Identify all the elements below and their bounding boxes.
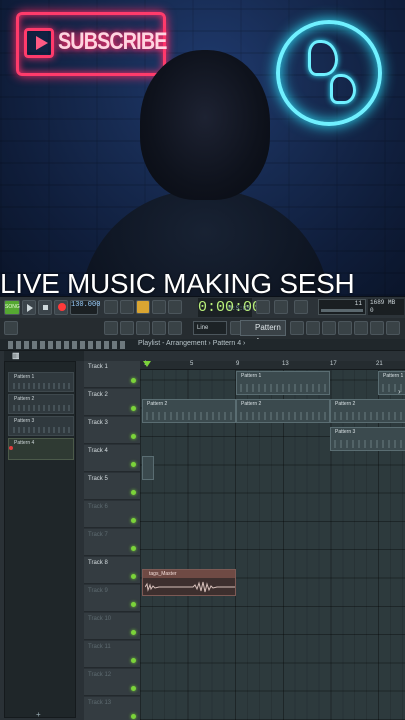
- piano-roll-icon[interactable]: [104, 321, 118, 335]
- track-header[interactable]: Track 8: [84, 557, 140, 584]
- screen: SUBSCRIBE LIVE MUSIC MAKING SESH SONG 13…: [0, 0, 405, 720]
- transport-toolbar: SONG 130.000 0:00:00 M:S:CS 11 1689 MB 0 L…: [0, 297, 405, 346]
- track-header[interactable]: Track 4: [84, 445, 140, 472]
- time-display[interactable]: 0:00:00 M:S:CS: [198, 298, 261, 317]
- track-headers: Track 1 Track 2 Track 3 Track 4 Track 5 …: [84, 361, 140, 720]
- pattern-clip[interactable]: Pattern 3: [330, 427, 405, 451]
- track-led: [131, 462, 136, 467]
- track-led: [131, 406, 136, 411]
- track-led: [131, 574, 136, 579]
- playlist-grid[interactable]: Pattern 1 Pattern 1 Pattern 2 Pattern 2 …: [140, 370, 405, 720]
- playlist-tools[interactable]: [8, 341, 128, 349]
- breadcrumb: Playlist - Arrangement › Pattern 4 ›: [138, 340, 246, 347]
- timeline-ruler[interactable]: 1 5 9 13 17 21: [140, 361, 405, 370]
- track-led: [131, 686, 136, 691]
- metronome-icon[interactable]: [104, 300, 118, 314]
- loop-record-icon[interactable]: [152, 300, 166, 314]
- neon-subscribe-text: SUBSCRIBE: [58, 28, 167, 55]
- track-led: [131, 630, 136, 635]
- document-icon[interactable]: [370, 321, 384, 335]
- streamer: [80, 50, 330, 296]
- track-led: [131, 490, 136, 495]
- stamp-icon[interactable]: [168, 321, 182, 335]
- snap-select[interactable]: Line: [193, 321, 227, 335]
- master-volume-icon[interactable]: [274, 300, 288, 314]
- track-led: [131, 546, 136, 551]
- pattern-clip[interactable]: Pattern 2: [236, 399, 330, 423]
- song-mode-button[interactable]: SONG: [4, 300, 20, 315]
- track-header[interactable]: Track 13: [84, 697, 140, 720]
- picker-item[interactable]: Pattern 3: [8, 416, 74, 436]
- track-led: [131, 378, 136, 383]
- track-header[interactable]: Track 5: [84, 473, 140, 500]
- wait-icon[interactable]: [120, 300, 134, 314]
- track-header[interactable]: Track 12: [84, 669, 140, 696]
- tempo-display[interactable]: 130.000: [70, 300, 100, 315]
- track-header[interactable]: Track 10: [84, 613, 140, 640]
- plugin-icon[interactable]: [338, 321, 352, 335]
- track-header[interactable]: Track 7: [84, 529, 140, 556]
- track-header[interactable]: Track 2: [84, 389, 140, 416]
- pattern-picker: Pattern 1 Pattern 2 Pattern 3 Pattern 4: [4, 361, 76, 718]
- picker-item-selected[interactable]: Pattern 4: [8, 438, 74, 460]
- playlist-window: Playlist - Arrangement › Pattern 4 › ▥ P…: [0, 339, 405, 720]
- blend-icon[interactable]: [168, 300, 182, 314]
- chevron-right-icon[interactable]: ›: [398, 387, 401, 396]
- playlist-icon[interactable]: [290, 321, 304, 335]
- settings-icon[interactable]: [386, 321, 400, 335]
- link-icon[interactable]: [152, 321, 166, 335]
- track-header[interactable]: Track 1: [84, 361, 140, 388]
- channel-rack-icon[interactable]: [306, 321, 320, 335]
- play-icon[interactable]: [22, 300, 36, 315]
- arrow-icon[interactable]: [120, 321, 134, 335]
- pan-icon[interactable]: [4, 321, 18, 335]
- audio-clip[interactable]: tags_Master: [142, 569, 236, 596]
- pattern-selector[interactable]: Pattern 4: [240, 320, 286, 346]
- pattern-clip[interactable]: Pattern 1: [236, 371, 330, 395]
- mixer-icon[interactable]: [322, 321, 336, 335]
- pattern-clip[interactable]: Pattern 2: [330, 399, 405, 423]
- brush-icon[interactable]: [136, 321, 150, 335]
- track-header[interactable]: Track 11: [84, 641, 140, 668]
- track-header[interactable]: Track 9: [84, 585, 140, 612]
- track-led: [131, 434, 136, 439]
- browser-icon[interactable]: [354, 321, 368, 335]
- playlist-header: Playlist - Arrangement › Pattern 4 ›: [0, 339, 405, 351]
- scope-icon: [256, 300, 270, 314]
- record-icon[interactable]: [54, 300, 68, 315]
- picker-header: ▥: [4, 351, 84, 361]
- picker-item[interactable]: Pattern 1: [8, 372, 74, 392]
- neon-play-icon: [24, 28, 54, 58]
- track-led: [131, 602, 136, 607]
- memory-readout: 1689 MB 0: [368, 299, 404, 315]
- pattern-clip[interactable]: Pattern 2: [142, 399, 236, 423]
- stop-icon[interactable]: [38, 300, 52, 315]
- plus-icon[interactable]: +: [36, 710, 41, 719]
- track-led: [131, 518, 136, 523]
- piano-icon: ▥: [12, 351, 20, 360]
- track-led: [131, 714, 136, 719]
- master-pitch-icon[interactable]: [294, 300, 308, 314]
- picker-item[interactable]: Pattern 2: [8, 394, 74, 414]
- track-led: [131, 658, 136, 663]
- waveform: [145, 581, 235, 593]
- cpu-meter: 11: [318, 299, 366, 315]
- webcam-feed: SUBSCRIBE: [0, 0, 405, 296]
- track-header[interactable]: Track 6: [84, 501, 140, 528]
- countdown-icon[interactable]: [136, 300, 150, 314]
- track-header[interactable]: Track 3: [84, 417, 140, 444]
- pattern-clip-empty[interactable]: [142, 456, 154, 480]
